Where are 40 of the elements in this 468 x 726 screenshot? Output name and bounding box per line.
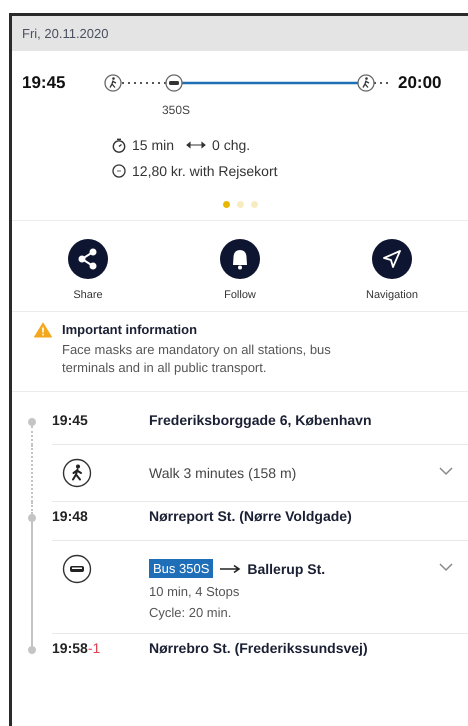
chevron-down-icon[interactable] xyxy=(438,466,454,476)
page-dot[interactable] xyxy=(250,201,258,208)
chevron-down-icon[interactable] xyxy=(438,562,454,572)
walk-description: Walk 3 minutes (158 m) xyxy=(149,464,298,482)
walking-person-icon xyxy=(62,458,92,488)
duration-text: 15 min xyxy=(132,137,174,153)
bell-icon xyxy=(220,239,260,279)
date-header: Fri, 20.11.2020 xyxy=(12,16,468,51)
destination-name: Ballerup St. xyxy=(247,560,326,577)
stop-time: 19:58-1 xyxy=(52,640,102,656)
notice-title: Important information xyxy=(62,322,198,338)
timeline-stop-node xyxy=(28,418,36,426)
leg-detail: Cycle: 20 min. xyxy=(149,605,232,620)
changes-text: 0 chg. xyxy=(212,137,250,153)
stop-name: Nørreport St. (Nørre Voldgade) xyxy=(149,508,353,524)
fare-text: 12,80 kr. with Rejsekort xyxy=(132,163,278,179)
stop-time: 19:45 xyxy=(52,412,89,428)
stop-name: Frederiksborggade 6, København xyxy=(149,412,372,428)
line-label: 350S xyxy=(162,103,192,117)
share-button[interactable]: Share xyxy=(12,239,164,301)
share-icon xyxy=(68,239,108,279)
warning-icon xyxy=(34,322,52,338)
follow-button[interactable]: Follow xyxy=(164,239,316,301)
notice-text: Face masks are mandatory on all stations, bus terminals and in all public transport. xyxy=(62,341,332,378)
transfer-arrows-icon xyxy=(186,141,206,149)
page-dot[interactable] xyxy=(236,201,244,208)
bus-icon xyxy=(62,554,92,584)
bus-line-badge: Bus 350S xyxy=(149,559,214,578)
page-dot[interactable] xyxy=(222,201,230,208)
departure-time: 19:45 xyxy=(22,73,66,93)
stop-name: Nørrebro St. (Frederikssundsvej) xyxy=(149,640,369,656)
arrow-right-icon xyxy=(219,564,242,574)
timeline-stop-node xyxy=(28,646,36,654)
navigation-button[interactable]: Navigation xyxy=(316,239,468,301)
arrival-time: 20:00 xyxy=(398,73,442,93)
stop-time: 19:48 xyxy=(52,508,89,524)
stopwatch-icon xyxy=(112,138,126,152)
timeline-stop-node xyxy=(28,514,36,522)
price-icon xyxy=(112,164,126,178)
leg-detail: 10 min, 4 Stops xyxy=(149,584,240,600)
